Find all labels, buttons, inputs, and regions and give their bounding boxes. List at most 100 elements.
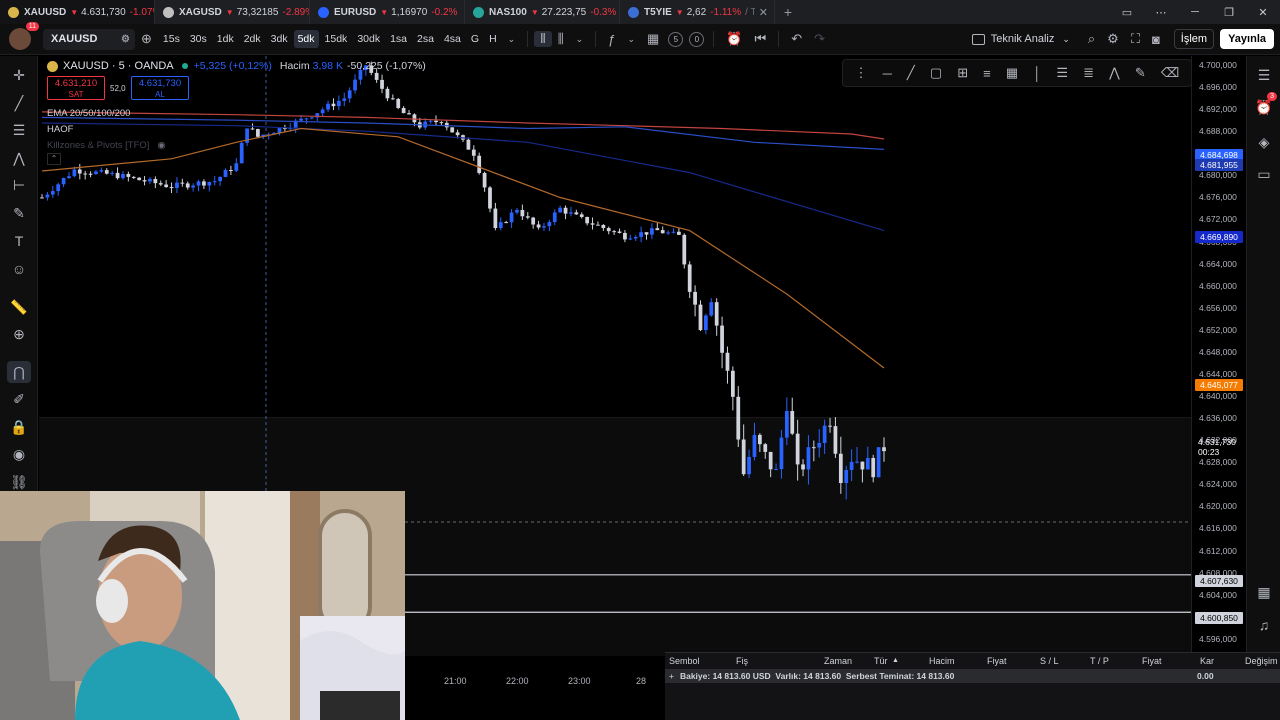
maximize-icon[interactable]: ❐: [1212, 6, 1246, 19]
browser-tab[interactable]: T5YIE▼2,62-1.11%/ Tekn✕: [620, 0, 775, 24]
interval-button[interactable]: 15s: [159, 30, 184, 48]
settings-icon[interactable]: ⚙: [1101, 31, 1125, 47]
technical-analysis-toggle[interactable]: Teknik Analiz ⌄: [971, 33, 1070, 45]
column-header[interactable]: Kar: [1200, 656, 1214, 666]
ruler-measure-icon[interactable]: 📏: [0, 296, 38, 318]
layers-icon[interactable]: ◈: [1247, 131, 1280, 153]
trend-line-icon[interactable]: ╱: [0, 92, 38, 114]
link-icon[interactable]: ⛓: [0, 471, 38, 493]
column-header[interactable]: Tür: [874, 656, 888, 666]
browser-tab[interactable]: EURUSD▼1,16970-0.2%/ 1✕: [310, 0, 465, 24]
indicator-ema[interactable]: EMA 20/50/100/200: [47, 108, 426, 119]
candles-chart-type-icon[interactable]: ⫴: [534, 31, 552, 47]
interval-button[interactable]: 2dk: [240, 30, 265, 48]
interval-button[interactable]: 4sa: [440, 30, 465, 48]
interval-button[interactable]: 30s: [186, 30, 211, 48]
ray-line-icon[interactable]: ╱: [907, 65, 915, 81]
alert-icon[interactable]: ⏰: [720, 31, 748, 47]
column-header[interactable]: Fiyat: [1142, 656, 1162, 666]
fib-retracement-icon[interactable]: ☰: [0, 119, 38, 141]
interval-dropdown-chevron-icon[interactable]: ⌄: [502, 34, 522, 45]
counter-s-badge[interactable]: 5: [668, 31, 684, 47]
calendar-icon[interactable]: ▦: [1247, 581, 1280, 603]
stay-in-drawing-mode-icon[interactable]: ✐: [0, 388, 38, 410]
watchlist-icon[interactable]: ☰: [1247, 64, 1280, 86]
add-symbol-icon[interactable]: ⊕: [135, 31, 158, 47]
quick-search-icon[interactable]: ⌕: [1082, 31, 1101, 47]
drag-handle-icon[interactable]: ⋮: [855, 65, 868, 81]
grid-table-icon[interactable]: ▦: [1006, 65, 1018, 81]
new-tab-plus-icon[interactable]: +: [775, 0, 801, 24]
indicator-haof[interactable]: HAOF: [47, 124, 426, 135]
legend-title[interactable]: XAUUSD · 5 · OANDA: [63, 60, 174, 72]
alerts-clock-icon[interactable]: ⏰ 3: [1247, 92, 1280, 118]
fib-channel-icon[interactable]: ≡: [983, 66, 991, 81]
column-header[interactable]: Zaman: [824, 656, 852, 666]
pattern-tool-icon[interactable]: ⋀: [0, 147, 38, 169]
interval-button[interactable]: 15dk: [321, 30, 352, 48]
interval-button[interactable]: G: [467, 30, 483, 48]
text-tool-icon[interactable]: T: [0, 230, 38, 252]
chat-icon[interactable]: ▭: [1247, 163, 1280, 185]
trade-button[interactable]: İşlem: [1173, 29, 1215, 49]
price-line-label[interactable]: 4.600,850: [1195, 612, 1243, 624]
crosshair-cursor-icon[interactable]: ✛: [0, 64, 38, 86]
emoji-icon[interactable]: ☺: [0, 258, 38, 280]
interval-button[interactable]: H: [485, 30, 501, 48]
hidden-eye-icon[interactable]: ◉: [157, 140, 165, 151]
eraser-icon[interactable]: ⌫: [1161, 65, 1179, 81]
parallel-channel-icon[interactable]: ≣: [1083, 65, 1094, 81]
column-header[interactable]: T / P: [1090, 656, 1109, 666]
more-options-icon[interactable]: ⋯: [1144, 6, 1178, 19]
browser-tab[interactable]: XAGUSD▼73,32185-2.89%✕: [155, 0, 310, 24]
column-header[interactable]: Fiş: [736, 656, 748, 666]
browser-tab[interactable]: NAS100▼27.223,75-0.3%✕: [465, 0, 620, 24]
vertical-line-icon[interactable]: │: [1033, 66, 1041, 81]
interval-button[interactable]: 5dk: [293, 30, 319, 48]
notifications-bell-icon[interactable]: ♫: [1247, 614, 1280, 636]
column-header[interactable]: Fiyat: [987, 656, 1007, 666]
price-line-label[interactable]: 4.607,630: [1195, 575, 1243, 587]
minimize-icon[interactable]: ─: [1178, 6, 1212, 18]
replay-icon[interactable]: ⏮: [748, 31, 772, 47]
column-header[interactable]: Değişim: [1245, 656, 1278, 666]
regression-icon[interactable]: ☰: [1056, 65, 1068, 81]
magnet-icon[interactable]: ⋂: [7, 361, 31, 383]
interval-button[interactable]: 30dk: [353, 30, 384, 48]
layout-icon[interactable]: ▭: [1110, 6, 1144, 19]
close-tab-icon[interactable]: ✕: [755, 6, 768, 19]
long-position-icon[interactable]: ⊞: [957, 65, 968, 81]
column-header[interactable]: Hacim: [929, 656, 955, 666]
rectangle-icon[interactable]: ▢: [930, 65, 942, 81]
indicators-icon[interactable]: ƒ: [602, 32, 621, 47]
counter-zero-badge[interactable]: 0: [689, 31, 705, 47]
undo-icon[interactable]: ↶: [785, 31, 808, 47]
lock-icon[interactable]: 🔒: [0, 416, 38, 438]
horizontal-line-icon[interactable]: ─: [883, 66, 892, 81]
price-line-label[interactable]: 4.681,955: [1195, 159, 1243, 171]
close-window-icon[interactable]: ✕: [1246, 6, 1280, 19]
layouts-grid-icon[interactable]: ▦: [641, 31, 665, 47]
buy-button[interactable]: 4.631,730 AL: [131, 76, 189, 100]
interval-button[interactable]: 2sa: [413, 30, 438, 48]
interval-button[interactable]: 1dk: [213, 30, 238, 48]
prediction-tool-icon[interactable]: ⊢: [0, 174, 38, 196]
expand-arrow-icon[interactable]: +: [669, 671, 674, 681]
interval-button[interactable]: 1sa: [386, 30, 411, 48]
browser-tab[interactable]: XAUUSD▼4.631,730-1.07%✕: [0, 0, 155, 24]
avatar[interactable]: 11: [9, 22, 39, 50]
price-line-label[interactable]: 4.645,077: [1195, 379, 1243, 391]
hide-drawings-eye-icon[interactable]: ◉: [0, 443, 38, 465]
collapse-legend-chevron-icon[interactable]: ⌃: [47, 153, 61, 165]
style-dropdown-chevron-icon[interactable]: ⌄: [570, 34, 590, 45]
price-axis[interactable]: 4.700,000 4.696,000 4.692,000 4.688,000 4.68…: [1191, 56, 1246, 656]
zigzag-icon[interactable]: ⋀: [1109, 65, 1120, 81]
indicator-killzones[interactable]: Killzones & Pivots [TFO] ◉: [47, 140, 426, 151]
pencil-icon[interactable]: ✎: [1135, 65, 1146, 81]
camera-snapshot-icon[interactable]: ◙: [1146, 32, 1166, 47]
price-line-label[interactable]: 4.669,890: [1195, 231, 1243, 243]
settings-gear-icon[interactable]: ⚙: [121, 34, 130, 45]
indicators-dropdown-chevron-icon[interactable]: ⌄: [621, 34, 641, 45]
fullscreen-icon[interactable]: ⛶: [1125, 31, 1146, 47]
publish-button[interactable]: Yayınla: [1220, 29, 1274, 49]
